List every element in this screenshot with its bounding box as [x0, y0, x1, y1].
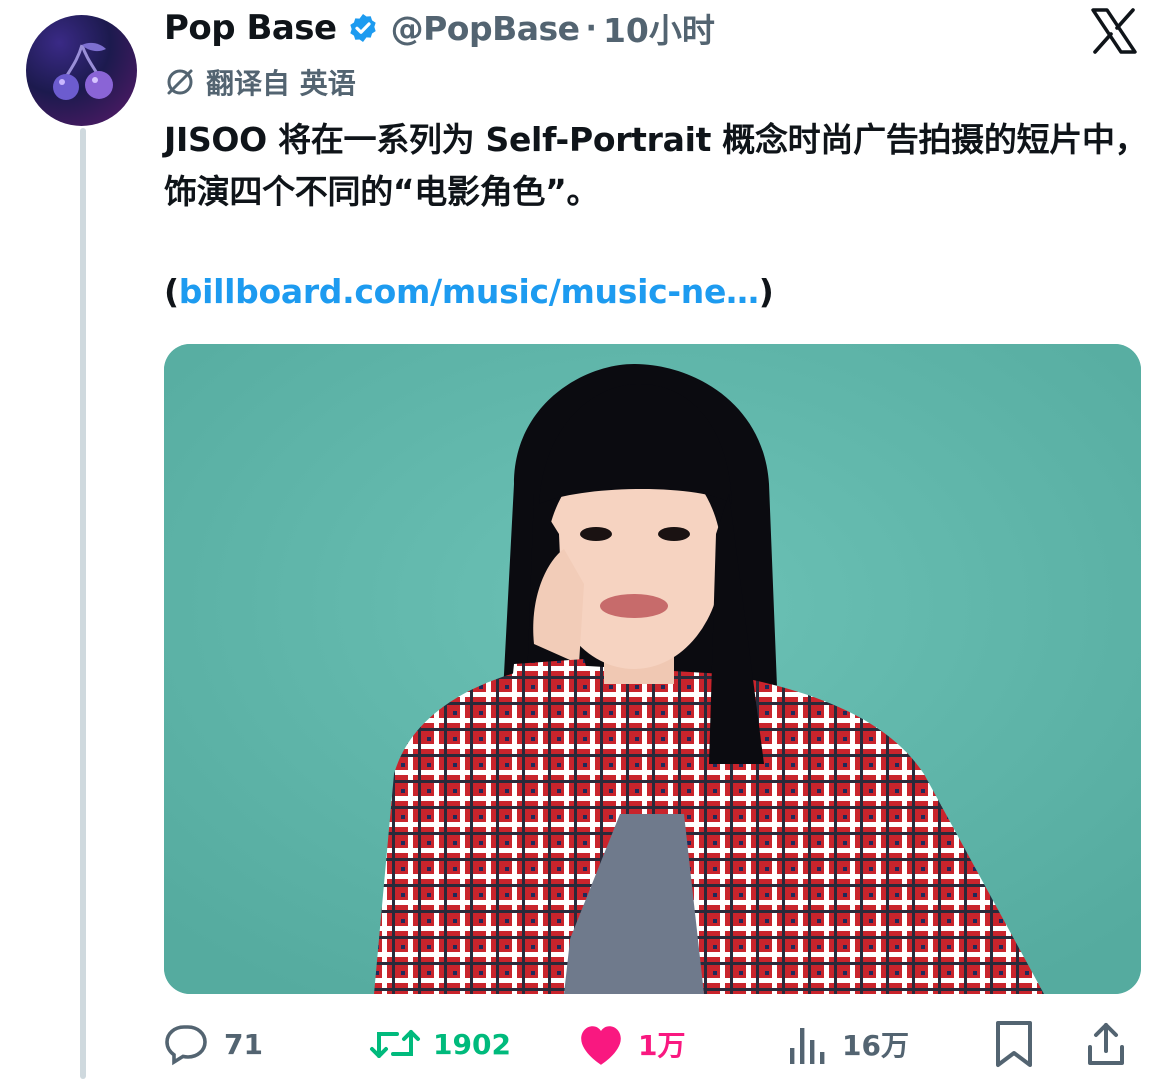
- x-logo-icon[interactable]: [1089, 6, 1139, 56]
- link-close-paren: ): [758, 272, 774, 311]
- bookmark-icon: [996, 1021, 1032, 1067]
- timestamp[interactable]: 10小时: [603, 4, 715, 52]
- like-count: 1万: [638, 1029, 686, 1062]
- like-button[interactable]: 1万: [576, 1014, 685, 1074]
- retweet-icon: [370, 1030, 420, 1058]
- views-count: 16万: [842, 1029, 909, 1062]
- avatar[interactable]: [26, 15, 137, 126]
- tweet-link-line: (billboard.com/music/music-ne…): [164, 272, 774, 311]
- retweet-count: 1902: [433, 1027, 511, 1061]
- separator-dot: ·: [585, 10, 597, 46]
- translation-note[interactable]: 翻译自 英语: [164, 60, 356, 104]
- views-button[interactable]: 16万: [786, 1014, 909, 1074]
- reply-icon: [165, 1025, 207, 1066]
- tweet-media-image[interactable]: [164, 344, 1141, 994]
- handle[interactable]: @PopBase: [391, 9, 580, 48]
- bookmark-button[interactable]: [992, 1014, 1048, 1074]
- photo-illustration: [164, 344, 1141, 994]
- tweet-header: Pop Base @PopBase · 10小时: [164, 4, 715, 52]
- translate-icon: [167, 69, 193, 95]
- thread-line: [80, 128, 86, 1079]
- translation-note-text: 翻译自 英语: [206, 67, 356, 100]
- cherry-logo-icon: [53, 42, 113, 100]
- tweet-link[interactable]: billboard.com/music/music-ne…: [179, 272, 759, 311]
- reply-button[interactable]: 71: [164, 1014, 263, 1074]
- share-button[interactable]: [1084, 1014, 1140, 1074]
- like-heart-icon: [581, 1026, 621, 1065]
- reply-count: 71: [224, 1027, 263, 1061]
- link-open-paren: (: [164, 272, 179, 311]
- views-icon: [790, 1028, 825, 1064]
- retweet-button[interactable]: 1902: [369, 1014, 511, 1074]
- display-name[interactable]: Pop Base: [164, 8, 337, 48]
- tweet-actions: 71 1902 1万 16万: [164, 1014, 1154, 1074]
- share-icon: [1088, 1023, 1124, 1065]
- verified-badge-icon: [347, 12, 379, 44]
- tweet-text: JISOO 将在一系列为 Self-Portrait 概念时尚广告拍摄的短片中，…: [164, 120, 1148, 211]
